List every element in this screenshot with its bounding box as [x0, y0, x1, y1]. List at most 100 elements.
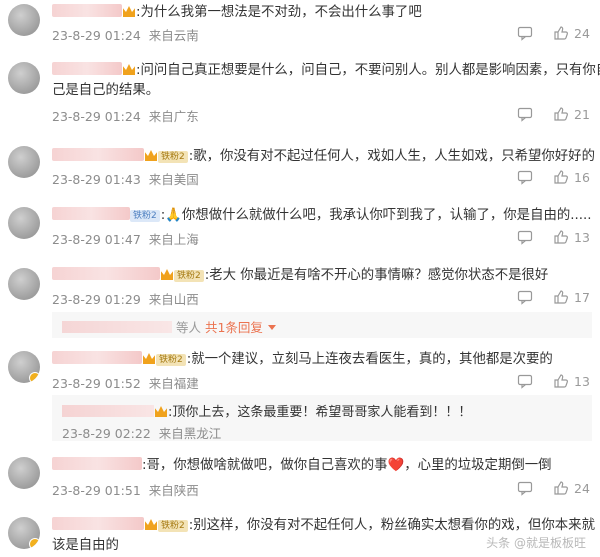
- comment-date: 23-8-29 01:52: [52, 376, 141, 391]
- reply-meta: 23-8-29 02:22 来自黑龙江: [62, 423, 221, 442]
- crown-icon: [123, 6, 135, 17]
- comment-actions: 21: [497, 106, 590, 122]
- avatar[interactable]: [8, 517, 40, 549]
- like-count: 24: [574, 25, 590, 41]
- watermark: 头条 @就是板板旺: [486, 536, 586, 550]
- username-blurred[interactable]: [52, 457, 142, 470]
- crown-icon: [123, 64, 135, 75]
- comment-date: 23-8-29 01:51: [52, 483, 141, 498]
- comment-icon[interactable]: [517, 106, 533, 122]
- avatar[interactable]: [8, 268, 40, 300]
- comment-actions: 13: [497, 229, 590, 245]
- comment-text: :哥，你想做啥就做吧，做你自己喜欢的事❤️，心里的垃圾定期倒一倒: [142, 458, 552, 473]
- comment-actions: 16: [497, 169, 590, 185]
- comment-6: 铁粉2:就一个建议，立刻马上连夜去看医生，真的，其他都是次要的 23-8-29 …: [0, 347, 600, 447]
- more-prefix: 等人: [175, 320, 201, 335]
- comment-location: 来自福建: [148, 376, 199, 391]
- comment-text: :就一个建议，立刻马上连夜去看医生，真的，其他都是次要的: [186, 352, 553, 367]
- username-blurred[interactable]: [52, 4, 122, 17]
- thumbs-up-icon[interactable]: [553, 373, 569, 389]
- thumbs-up-icon[interactable]: [553, 480, 569, 496]
- username-blurred[interactable]: [52, 267, 160, 280]
- crown-icon: [145, 519, 157, 530]
- comment-actions: 17: [497, 289, 590, 305]
- avatar[interactable]: [8, 4, 40, 36]
- crown-icon: [143, 353, 155, 364]
- comment-location: 来自云南: [148, 28, 199, 43]
- like-count: 17: [574, 289, 590, 305]
- comment-date: 23-8-29 01:29: [52, 292, 141, 307]
- thumbs-up-icon[interactable]: [553, 229, 569, 245]
- like-count: 24: [574, 480, 590, 496]
- comment-1: :为什么我第一想法是不对劲，不会出什么事了吧 23-8-29 01:24 来自云南…: [0, 0, 600, 50]
- comment-icon[interactable]: [517, 373, 533, 389]
- fan-badge: 铁粉2: [158, 151, 188, 163]
- like-count: 21: [574, 106, 590, 122]
- comment-icon[interactable]: [517, 169, 533, 185]
- caret-down-icon[interactable]: [267, 324, 277, 332]
- comment-date: 23-8-29 01:43: [52, 172, 141, 187]
- comment-location: 来自美国: [148, 172, 199, 187]
- crown-icon: [155, 406, 167, 417]
- thumbs-up-icon[interactable]: [553, 169, 569, 185]
- more-replies[interactable]: 等人 共1条回复: [62, 317, 277, 336]
- comment-text: :歌，你没有对不起过任何人，戏如人生，人生如戏，只希望你好好的: [188, 149, 595, 164]
- comment-5: 铁粉2:老大 你最近是有啥不开心的事情嘛？感觉你状态不是很好 23-8-29 0…: [0, 265, 600, 340]
- comment-date: 23-8-29 01:24: [52, 109, 141, 124]
- like-count: 16: [574, 169, 590, 185]
- reply-names-blurred: [62, 321, 172, 333]
- comment-location: 来自上海: [148, 232, 199, 247]
- comment-text: :老大 你最近是有啥不开心的事情嘛？感觉你状态不是很好: [204, 268, 549, 283]
- reply-username-blurred[interactable]: [62, 405, 154, 417]
- comment-3: 铁粉2:歌，你没有对不起过任何人，戏如人生，人生如戏，只希望你好好的 23-8-…: [0, 144, 600, 194]
- comment-actions: 24: [497, 480, 590, 496]
- verified-badge-icon: [29, 372, 40, 383]
- username-blurred[interactable]: [52, 207, 130, 220]
- username-blurred[interactable]: [52, 148, 144, 161]
- comment-4: 铁粉2:🙏你想做什么就做什么吧，我承认你吓到我了，认输了，你是自由的..... …: [0, 205, 600, 255]
- username-blurred[interactable]: [52, 62, 122, 75]
- comment-icon[interactable]: [517, 289, 533, 305]
- username-blurred[interactable]: [52, 351, 142, 364]
- comment-text: :🙏你想做什么就做什么吧，我承认你吓到我了，认输了，你是自由的.....: [160, 208, 592, 223]
- fan-badge: 铁粉2: [174, 270, 204, 282]
- crown-icon: [161, 269, 173, 280]
- reply-date: 23-8-29 02:22: [62, 426, 151, 441]
- like-count: 13: [574, 373, 590, 389]
- avatar[interactable]: [8, 207, 40, 239]
- comment-actions: 13: [497, 373, 590, 389]
- comment-location: 来自广东: [148, 109, 199, 124]
- fan-badge: 铁粉2: [158, 520, 188, 532]
- comment-text: :别这样，你没有对不起任何人，粉丝确实太想看你的戏，但你本来就: [188, 518, 595, 533]
- comment-text: :为什么我第一想法是不对劲，不会出什么事了吧: [136, 5, 422, 20]
- fan-badge: 铁粉2: [130, 210, 160, 222]
- avatar[interactable]: [8, 457, 40, 489]
- comment-7: :哥，你想做啥就做吧，做你自己喜欢的事❤️，心里的垃圾定期倒一倒 23-8-29…: [0, 453, 600, 503]
- view-replies-link[interactable]: 共1条回复: [205, 320, 263, 335]
- avatar[interactable]: [8, 146, 40, 178]
- thumbs-up-icon[interactable]: [553, 106, 569, 122]
- reply-text: :顶你上去，这条最重要！希望哥哥家人能看到！！！: [168, 405, 472, 420]
- comment-actions: 24: [497, 25, 590, 41]
- crown-icon: [145, 150, 157, 161]
- verified-badge-icon: [29, 538, 40, 549]
- avatar[interactable]: [8, 351, 40, 383]
- comment-date: 23-8-29 01:24: [52, 28, 141, 43]
- comment-2: :问问自己真正想要是什么，问自己，不要问别人。别人都是影响因素，只有你自 己是自…: [0, 58, 600, 128]
- comment-date: 23-8-29 01:47: [52, 232, 141, 247]
- comment-icon[interactable]: [517, 480, 533, 496]
- reply-location: 来自黑龙江: [158, 426, 222, 441]
- username-blurred[interactable]: [52, 517, 144, 530]
- thumbs-up-icon[interactable]: [553, 289, 569, 305]
- thumbs-up-icon[interactable]: [553, 25, 569, 41]
- comment-icon[interactable]: [517, 229, 533, 245]
- like-count: 13: [574, 229, 590, 245]
- comment-location: 来自山西: [148, 292, 199, 307]
- comment-text: :问问自己真正想要是什么，问自己，不要问别人。别人都是影响因素，只有你自: [136, 63, 600, 78]
- comment-text-cont: 己是自己的结果。: [52, 83, 160, 98]
- comment-text-cont: 该是自由的: [52, 538, 119, 553]
- comment-icon[interactable]: [517, 25, 533, 41]
- fan-badge: 铁粉2: [156, 354, 186, 366]
- reply-line: :顶你上去，这条最重要！希望哥哥家人能看到！！！: [62, 401, 471, 420]
- avatar[interactable]: [8, 62, 40, 94]
